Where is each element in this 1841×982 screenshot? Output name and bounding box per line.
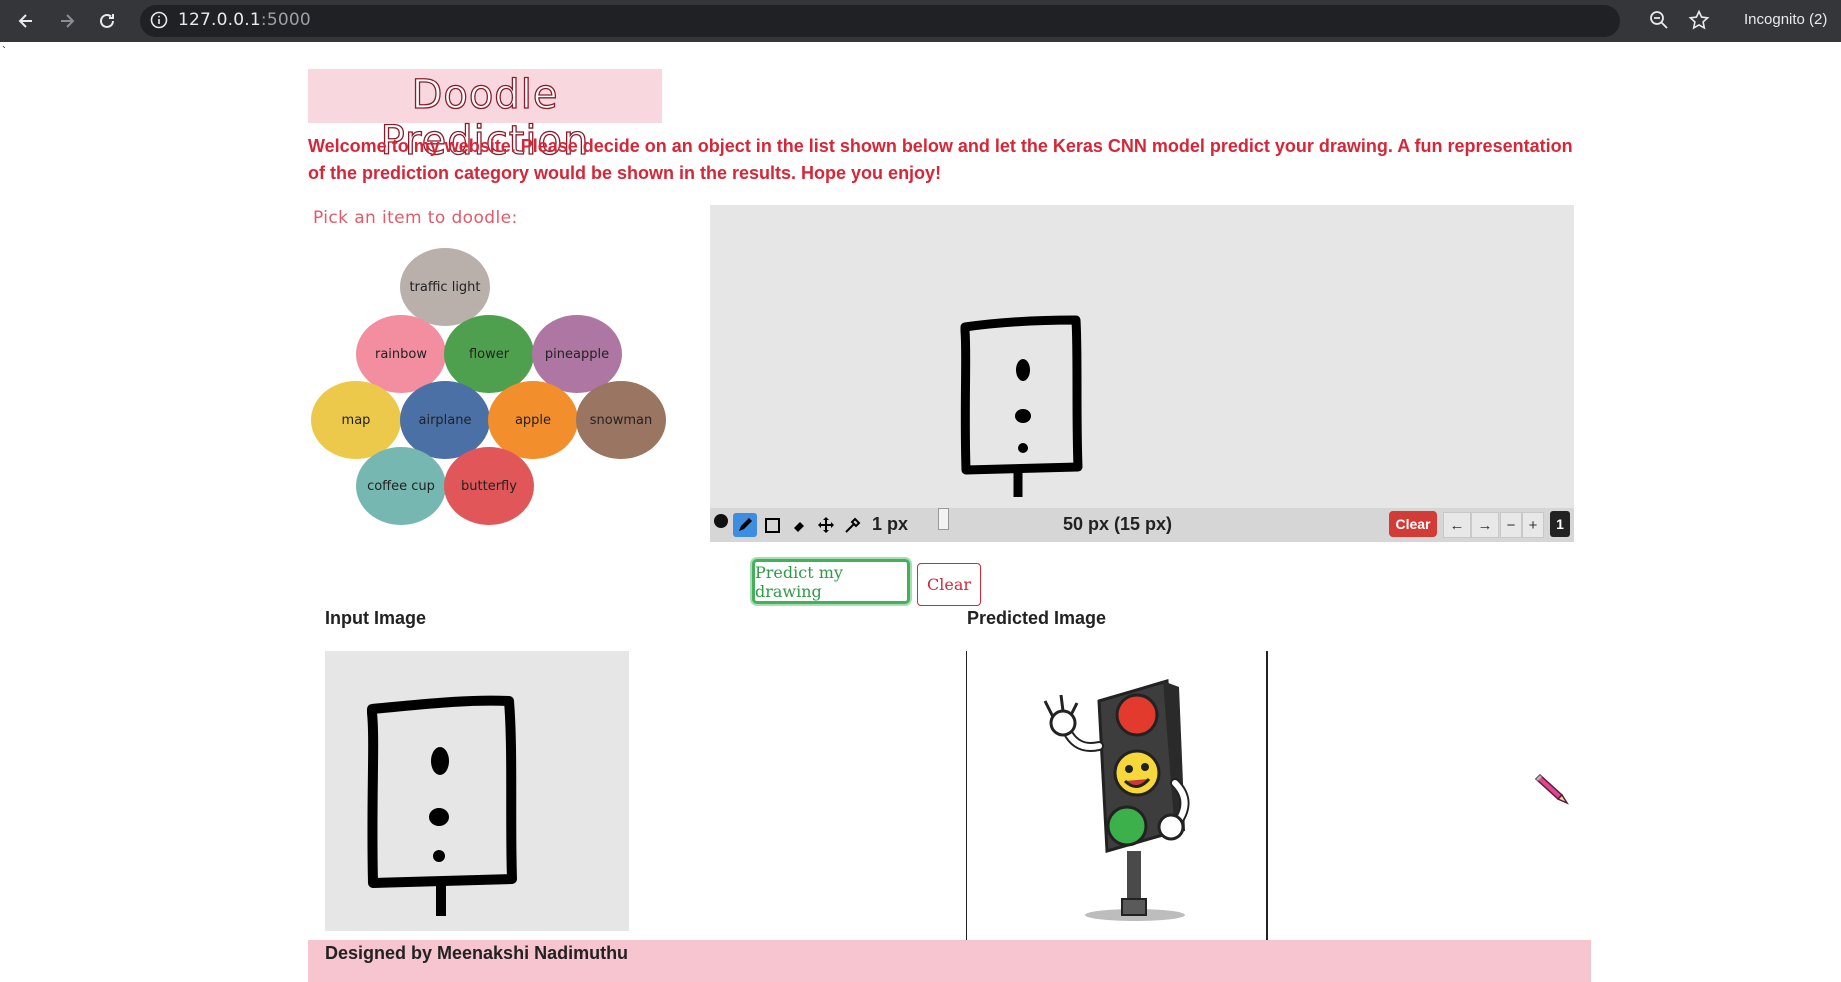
toolbar-clear-button[interactable]: Clear (1389, 511, 1437, 537)
size-readout: 50 px (15 px) (1063, 514, 1173, 534)
bookmark-star-icon[interactable] (1688, 9, 1710, 31)
zoom-icon[interactable] (1648, 9, 1670, 31)
address-bar[interactable] (140, 5, 1620, 37)
move-tool-icon[interactable] (814, 513, 838, 537)
predicted-image-label: Predicted Image (967, 608, 1107, 628)
eraser-tool-icon[interactable] (787, 513, 811, 537)
item-snowman[interactable]: snowman (576, 381, 666, 459)
browser-toolbar: 127.0.0.1:5000 Incognito (2) (0, 0, 1841, 42)
item-coffee-cup[interactable]: coffee cup (356, 447, 446, 525)
zoom-in-button[interactable]: + (1522, 512, 1544, 538)
reload-icon[interactable] (88, 0, 126, 42)
predict-button[interactable]: Predict my drawing (752, 559, 910, 604)
url-text[interactable]: 127.0.0.1:5000 (178, 10, 311, 30)
url-port: :5000 (260, 10, 311, 30)
info-icon[interactable] (150, 11, 168, 29)
redo-button[interactable]: → (1471, 512, 1499, 538)
predicted-image (966, 651, 1268, 940)
pencil-tool-icon[interactable] (733, 513, 757, 537)
rectangle-tool-icon[interactable] (760, 513, 784, 537)
drawing-canvas[interactable] (710, 205, 1574, 508)
brush-size-slider[interactable] (938, 508, 949, 530)
canvas-doodle (960, 315, 1083, 497)
back-icon[interactable] (7, 0, 45, 42)
item-traffic-light[interactable]: traffic light (400, 248, 490, 326)
forward-icon[interactable] (48, 0, 86, 42)
zoom-out-button[interactable]: − (1500, 512, 1522, 538)
input-image-label: Input Image (325, 608, 427, 628)
input-image (325, 651, 629, 931)
page-number-badge[interactable]: 1 (1550, 511, 1570, 537)
item-apple[interactable]: apple (488, 381, 578, 459)
input-doodle (367, 695, 517, 916)
footer: Designed by Meenakshi Nadimuthu (308, 940, 1591, 982)
pick-item-label: Pick an item to doodle: (313, 208, 518, 228)
url-host: 127.0.0.1 (178, 10, 261, 30)
incognito-label[interactable]: Incognito (2) (1744, 11, 1827, 28)
color-swatch[interactable] (714, 514, 728, 528)
item-map[interactable]: map (311, 381, 401, 459)
pencil-cursor-icon (1534, 773, 1569, 805)
item-butterfly[interactable]: butterfly (444, 447, 534, 525)
brush-size-label: 1 px (872, 514, 909, 534)
eyedropper-tool-icon[interactable] (841, 513, 865, 537)
footer-credit: Designed by Meenakshi Nadimuthu (325, 943, 629, 963)
clear-button[interactable]: Clear (917, 563, 981, 606)
undo-button[interactable]: ← (1443, 512, 1471, 538)
stray-character: ` (2, 44, 6, 58)
welcome-text: Welcome to my website. Please decide on … (308, 136, 1573, 183)
traffic-light-cartoon (1043, 679, 1190, 921)
page-title-banner: Doodle Prediction (308, 69, 662, 165)
